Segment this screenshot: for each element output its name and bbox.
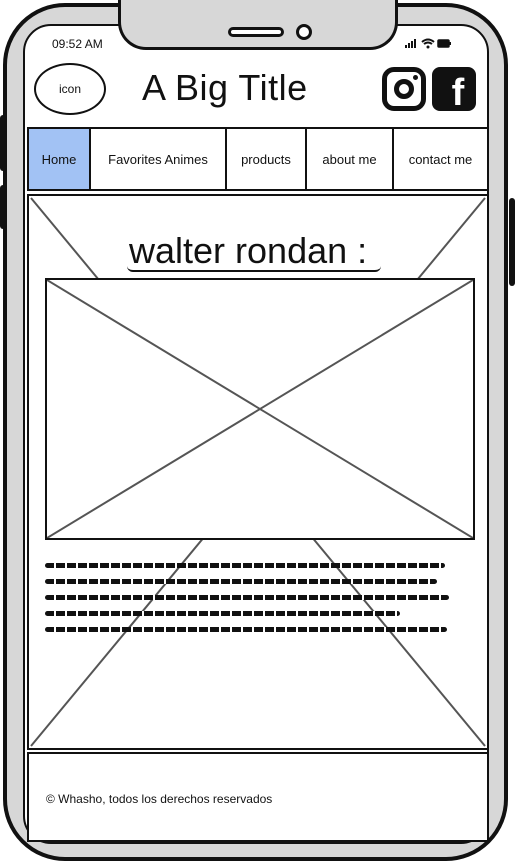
text-placeholder-line: [45, 579, 437, 584]
nav-item-label: Favorites Animes: [108, 151, 208, 167]
logo[interactable]: icon: [34, 63, 106, 115]
main-content: walter rondan :: [27, 194, 489, 750]
nav-item-label: Home: [41, 151, 77, 167]
side-button-right: [509, 198, 515, 286]
speaker-icon: [228, 27, 284, 37]
text-placeholder: [45, 563, 449, 643]
app-header: icon A Big Title f: [28, 55, 488, 125]
side-button-left-lower: [0, 185, 6, 229]
nav-item-contact-me[interactable]: contact me: [394, 129, 487, 189]
text-placeholder-line: [45, 563, 445, 568]
nav-item-home[interactable]: Home: [29, 129, 91, 189]
image-placeholder-cross: [46, 279, 474, 539]
image-placeholder: [45, 278, 475, 540]
notch: [118, 0, 398, 50]
page-title: A Big Title: [142, 67, 308, 108]
camera-icon: [296, 24, 312, 40]
text-placeholder-line: [45, 611, 400, 616]
instagram-icon[interactable]: [382, 67, 426, 111]
nav-item-about-me[interactable]: about me: [307, 129, 394, 189]
status-time: 09:52 AM: [52, 37, 103, 51]
status-indicators: [404, 37, 452, 52]
nav-item-favorites-animes[interactable]: Favorites Animes: [91, 129, 227, 189]
text-placeholder-line: [45, 595, 449, 600]
heading-underline: [127, 266, 381, 272]
facebook-icon[interactable]: f: [432, 67, 476, 111]
side-button-left: [0, 115, 6, 171]
nav-item-label: products: [241, 151, 291, 167]
nav-item-products[interactable]: products: [227, 129, 307, 189]
nav-bar: Home Favorites Animes products about me …: [27, 127, 489, 191]
footer: © Whasho, todos los derechos reservados: [27, 752, 489, 842]
text-placeholder-line: [45, 627, 447, 632]
facebook-glyph: f: [451, 72, 465, 111]
nav-item-label: about me: [322, 151, 377, 167]
nav-item-label: contact me: [408, 151, 473, 167]
footer-text: © Whasho, todos los derechos reservados: [46, 792, 273, 806]
